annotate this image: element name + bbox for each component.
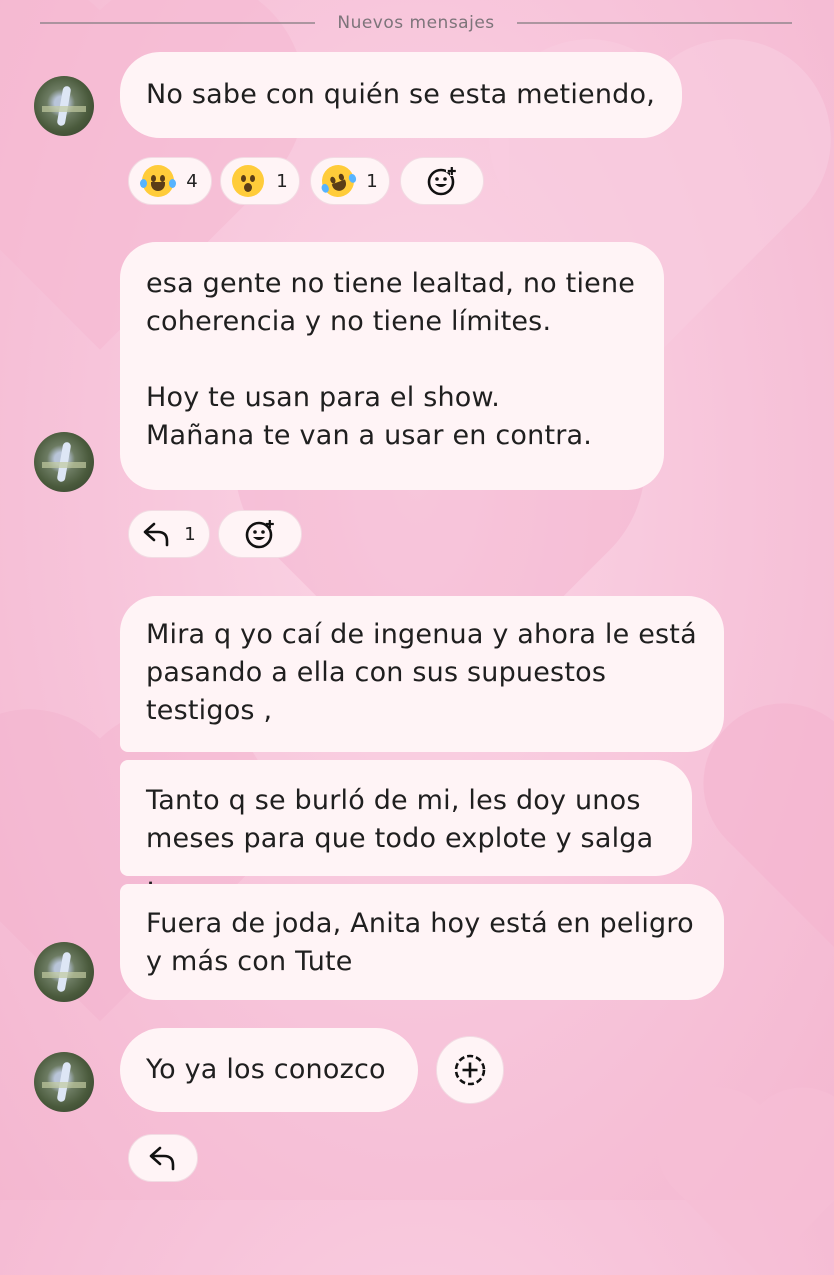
add-reaction-button[interactable] — [400, 157, 484, 205]
message-text: No sabe con quién se esta metiendo, — [146, 79, 655, 110]
add-reaction-circle-icon — [454, 1054, 486, 1086]
face-with-open-mouth-icon — [232, 165, 265, 197]
divider-line — [516, 22, 792, 24]
reaction-count: 1 — [276, 170, 288, 192]
face-with-tears-of-joy-icon — [140, 165, 177, 197]
reaction-pill-rofl[interactable]: 1 — [310, 157, 390, 205]
message-text: Yo ya los conozco — [146, 1054, 386, 1085]
reaction-pill-laughing[interactable]: 4 — [128, 157, 212, 205]
add-emoji-icon — [245, 520, 274, 549]
new-messages-divider: Nuevos mensajes — [40, 8, 792, 38]
reaction-pill-surprised[interactable]: 1 — [220, 157, 300, 205]
reaction-count: 4 — [186, 170, 198, 192]
message-bubble[interactable]: No sabe con quién se esta metiendo, — [120, 52, 682, 138]
sender-avatar[interactable] — [34, 76, 94, 136]
rolling-on-floor-laughing-icon — [317, 160, 359, 202]
divider-line — [40, 22, 316, 24]
reaction-count: 1 — [366, 170, 378, 192]
reply-arrow-icon — [143, 522, 169, 547]
message-text: Mira q yo caí de ingenua y ahora le está… — [146, 619, 697, 726]
sender-avatar[interactable] — [34, 1052, 94, 1112]
message-bubble[interactable]: esa gente no tiene lealtad, no tiene coh… — [120, 242, 664, 490]
add-reaction-button[interactable] — [218, 510, 302, 558]
message-text: Fuera de joda, Anita hoy está en peligro… — [146, 908, 694, 977]
message-bubble[interactable]: Fuera de joda, Anita hoy está en peligro… — [120, 884, 724, 1000]
message-bubble[interactable]: Tanto q se burló de mi, les doy unos mes… — [120, 760, 692, 892]
message-bubble[interactable]: Yo ya los conozco — [120, 1028, 418, 1112]
heart-decoration — [726, 726, 834, 954]
message-text: esa gente no tiene lealtad, no tiene coh… — [146, 268, 636, 451]
reply-arrow-icon — [149, 1146, 175, 1171]
message-text: Tanto q se burló de mi, les doy unos mes… — [146, 785, 654, 892]
heart-decoration — [675, 1105, 834, 1275]
new-messages-label: Nuevos mensajes — [337, 13, 495, 33]
message-bubble[interactable]: Mira q yo caí de ingenua y ahora le está… — [120, 596, 724, 752]
replies-button[interactable]: 1 — [128, 510, 210, 558]
add-emoji-icon — [427, 166, 456, 196]
reply-button[interactable] — [128, 1134, 198, 1182]
reply-count: 1 — [184, 523, 196, 545]
sender-avatar[interactable] — [34, 942, 94, 1002]
react-to-message-button[interactable] — [436, 1036, 504, 1104]
sender-avatar[interactable] — [34, 432, 94, 492]
